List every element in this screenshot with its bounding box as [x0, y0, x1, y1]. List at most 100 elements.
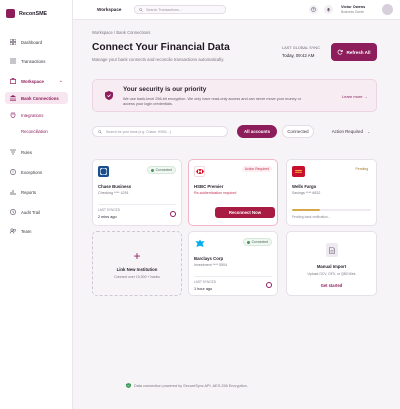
sync-icon — [10, 128, 16, 134]
bank-name: Wells Fargo — [292, 184, 317, 189]
sidebar-item-dashboard[interactable]: Dashboard — [5, 36, 68, 48]
sidebar-item-label: Bank Connections — [21, 95, 59, 101]
error-message: Re-authentication required — [194, 191, 237, 195]
chase-logo-icon — [98, 166, 109, 177]
sidebar-item-reconciliation[interactable]: Reconciliation — [5, 125, 68, 137]
learn-more-link[interactable]: Learn more → — [342, 94, 368, 99]
link-new-content: + Link New Institution Connect over 10,0… — [93, 250, 181, 279]
search-icon — [139, 7, 143, 12]
wells-fargo-logo-icon — [292, 166, 305, 177]
status-badge: Action Required — [241, 166, 272, 172]
user-name: Victor Owens — [341, 5, 366, 9]
users-icon — [10, 228, 16, 234]
brand[interactable]: ReconSME — [6, 9, 47, 18]
sidebar-item-reports[interactable]: Reports — [5, 186, 68, 198]
manual-import-subtitle: Upload OCV, OFX, or QBO files — [307, 272, 356, 276]
avatar[interactable] — [382, 4, 393, 15]
last-synced-label: LAST SYNCED — [98, 208, 121, 212]
sidebar-item-label: Audit Trail — [21, 209, 41, 215]
workspace-label[interactable]: Workspace — [97, 7, 121, 12]
refresh-icon — [338, 49, 344, 55]
bank-name: HSBC Premier — [194, 184, 224, 189]
link-new-subtitle: Connect over 10,000 + banks — [114, 275, 160, 279]
sidebar-item-workspace[interactable]: Workspace ⌄ — [5, 75, 68, 87]
plug-icon — [10, 112, 16, 118]
sidebar-item-label: Reports — [21, 189, 37, 195]
pending-note: Pending bank verification… — [292, 215, 331, 219]
status-text: Connected — [251, 240, 268, 244]
status-dot — [150, 168, 154, 172]
sidebar-item-rules[interactable]: Rules — [5, 146, 68, 158]
briefcase-icon — [10, 78, 16, 84]
reconnect-button[interactable]: Reconnect Now — [215, 207, 275, 218]
bank-card-wells-fargo[interactable]: Pending Wells Fargo Savings **** 6632 Pe… — [286, 159, 377, 226]
link-new-institution-card[interactable]: + Link New Institution Connect over 10,0… — [92, 231, 182, 296]
security-title: Your security is our priority — [123, 86, 207, 93]
breadcrumb: Workspace / Bank Connections — [92, 30, 151, 35]
file-upload-icon — [325, 243, 338, 257]
sidebar-item-transactions[interactable]: Transactions — [5, 55, 68, 67]
bank-card-chase[interactable]: Connected Chase Business Checking **** 4… — [92, 159, 182, 226]
sidebar-item-integrations[interactable]: Integrations — [5, 109, 68, 121]
last-synced-value: 1 hour ago — [194, 287, 213, 291]
refresh-all-button[interactable]: Refresh All — [331, 43, 377, 61]
filter-action-label: Action Required — [331, 129, 363, 134]
search-placeholder: Search Transactions... — [146, 7, 182, 12]
sidebar-item-bank-connections[interactable]: Bank Connections — [5, 92, 68, 104]
filter-action-required[interactable]: Action Required ⌄ — [320, 125, 382, 138]
filter-all-accounts[interactable]: All accounts — [237, 125, 277, 138]
grid-icon — [10, 39, 16, 45]
clock-icon — [10, 209, 16, 215]
global-sync-label: LAST GLOBAL SYNC — [282, 45, 321, 50]
security-banner: Your security is our priority We use ban… — [92, 79, 377, 112]
manual-import-content: Manual Import Upload OCV, OFX, or QBO fi… — [287, 243, 376, 288]
status-text: Connected — [155, 168, 172, 172]
bank-search-placeholder: Search for your bank (e.g. Chase, HSBC..… — [106, 129, 172, 134]
shield-icon — [105, 91, 113, 100]
bank-card-hsbc[interactable]: Action Required HSBC Premier Re-authenti… — [188, 159, 278, 226]
status-dot — [246, 240, 250, 244]
sidebar-item-label: Team — [21, 228, 32, 234]
hsbc-logo-icon — [194, 166, 205, 177]
user-role: Business Owner — [341, 10, 365, 14]
help-icon[interactable] — [309, 5, 318, 14]
sidebar: ReconSME Dashboard Transactions Workspac… — [0, 0, 73, 409]
footer-text: Data connection powered by SecureSync AP… — [134, 383, 248, 388]
bell-icon[interactable] — [324, 5, 333, 14]
sidebar-item-label: Integrations — [21, 112, 44, 118]
manual-import-card[interactable]: Manual Import Upload OCV, OFX, or QBO fi… — [286, 231, 377, 296]
filter-connected[interactable]: Connected — [282, 125, 314, 138]
barclays-eagle-icon — [194, 238, 205, 249]
status-badge: Pending — [355, 167, 368, 171]
get-started-link[interactable]: Get started — [321, 283, 343, 288]
bank-search-input[interactable]: Search for your bank (e.g. Chase, HSBC..… — [92, 126, 228, 137]
brand-logo-icon — [6, 9, 15, 18]
verification-progress-fill — [292, 209, 320, 211]
sidebar-item-audit-trail[interactable]: Audit Trail — [5, 206, 68, 218]
bank-icon — [10, 95, 16, 101]
card-options-icon[interactable] — [170, 211, 176, 217]
list-icon — [10, 58, 16, 64]
sidebar-item-team[interactable]: Team — [5, 225, 68, 237]
sidebar-item-label: Transactions — [21, 58, 46, 64]
sidebar-item-label: Rules — [21, 149, 32, 155]
bank-name: Chase Business — [98, 184, 132, 189]
topbar: Workspace Search Transactions... Victor … — [73, 0, 400, 20]
bank-card-barclays[interactable]: Connected Barclays Corp Investment **** … — [188, 231, 278, 296]
security-text: We use bank-level 256-bit encryption. We… — [123, 97, 301, 107]
user-menu[interactable]: Victor Owens Business Owner — [341, 5, 365, 14]
footer-note: Data connection powered by SecureSync AP… — [126, 383, 248, 388]
status-badge: Connected — [242, 238, 272, 246]
card-options-icon[interactable] — [266, 282, 272, 288]
card-divider — [98, 204, 176, 205]
chevron-down-icon: ⌄ — [366, 129, 371, 134]
global-search-input[interactable]: Search Transactions... — [134, 5, 226, 14]
chevron-down-icon: ⌄ — [58, 78, 63, 84]
sidebar-item-exceptions[interactable]: Exceptions — [5, 166, 68, 178]
sidebar-item-label: Exceptions — [21, 169, 43, 175]
plus-icon: + — [133, 249, 141, 263]
last-synced-label: LAST SYNCED — [194, 280, 217, 284]
status-badge: Connected — [146, 166, 176, 174]
last-synced-value: 2 mins ago — [98, 215, 117, 219]
card-divider — [194, 276, 272, 277]
